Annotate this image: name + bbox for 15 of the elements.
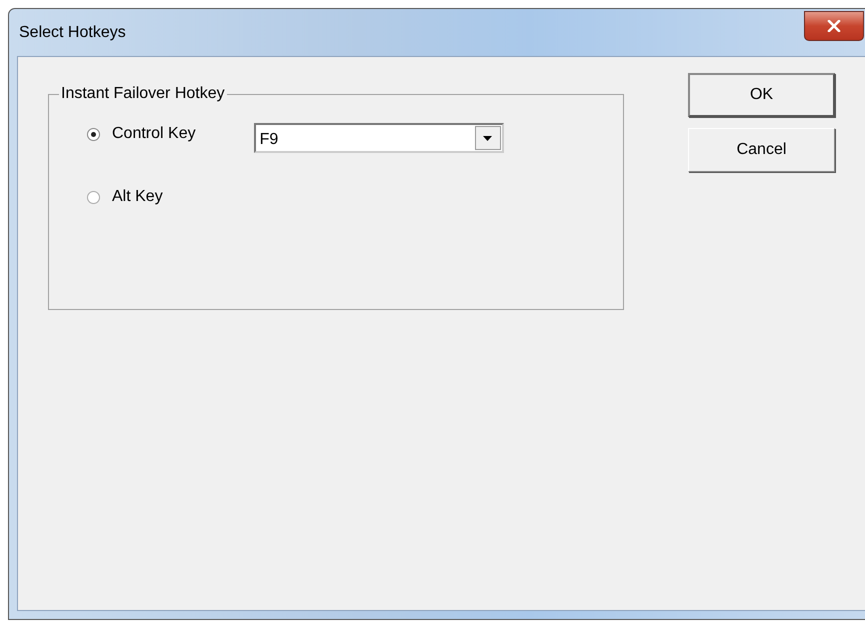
cancel-button[interactable]: Cancel (688, 128, 835, 172)
group-title: Instant Failover Hotkey (60, 85, 226, 103)
window-title: Select Hotkeys (19, 24, 126, 42)
option-label: Control Key (112, 125, 196, 143)
caret-icon (483, 136, 492, 140)
radio-option[interactable]: Alt Key (87, 188, 196, 206)
close-icon (827, 20, 841, 32)
radio-button[interactable] (87, 190, 100, 204)
radio-button[interactable] (87, 128, 100, 140)
ok-button[interactable]: OK (688, 73, 835, 117)
dropdown-button[interactable] (474, 126, 501, 150)
close-button[interactable] (804, 10, 864, 40)
radio-option[interactable]: Control Key (87, 125, 196, 143)
key-dropdown[interactable]: F9 (254, 123, 504, 153)
option-label: Alt Key (112, 188, 163, 206)
